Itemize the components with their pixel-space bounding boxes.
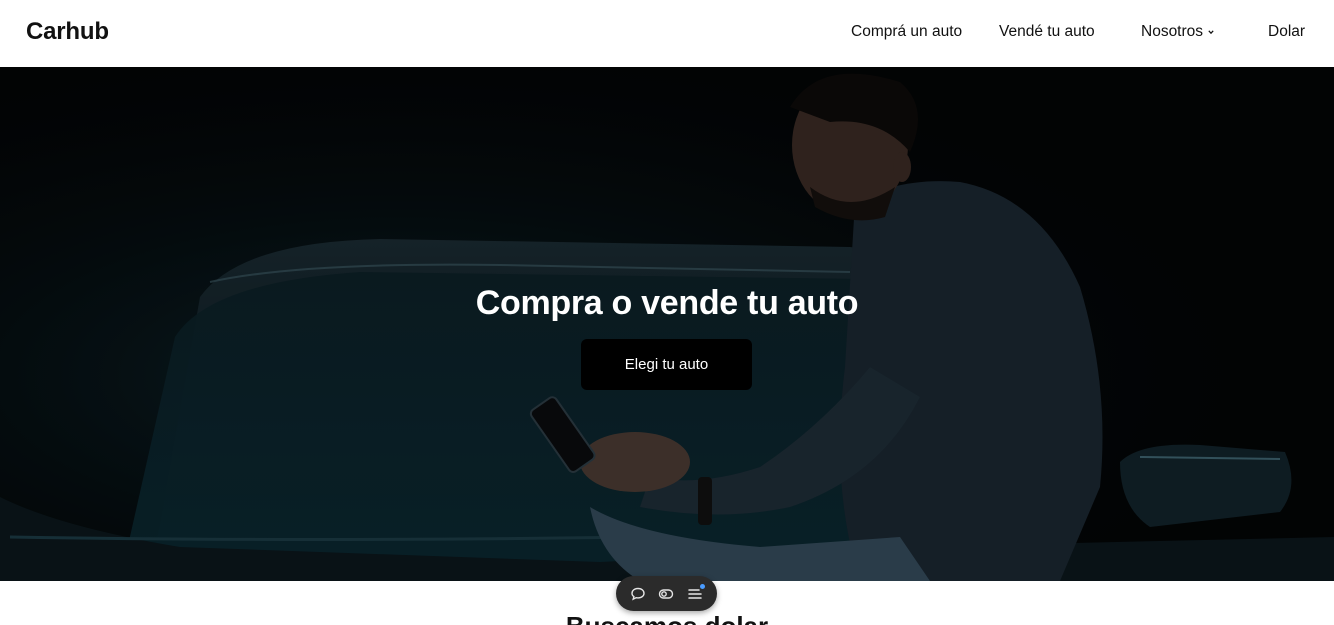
toggle-icon[interactable] <box>657 585 675 603</box>
nav-link-sell-car[interactable]: Vendé tu auto <box>999 23 1095 41</box>
nav-dropdown-about[interactable]: Nosotros <box>1141 23 1214 41</box>
choose-car-button[interactable]: Elegi tu auto <box>581 339 752 390</box>
brand-logo[interactable]: Carhub <box>26 18 109 46</box>
hero-background-image <box>0 67 1334 581</box>
section-title: Buscamos dolar <box>0 611 1334 625</box>
floating-toolbar <box>616 576 717 611</box>
nav-link-buy-car[interactable]: Comprá un auto <box>851 23 962 41</box>
chat-bubble-icon[interactable] <box>629 585 647 603</box>
hero-banner: Compra o vende tu auto Elegi tu auto <box>0 67 1334 581</box>
menu-list-icon[interactable] <box>686 583 705 603</box>
hero-title: Compra o vende tu auto <box>475 284 859 322</box>
nav-dropdown-about-label: Nosotros <box>1141 23 1204 40</box>
top-navbar: Carhub Comprá un auto Vendé tu auto Noso… <box>0 0 1334 67</box>
nav-link-dollar[interactable]: Dolar <box>1268 23 1305 41</box>
notification-dot <box>699 583 705 589</box>
chevron-down-icon <box>1208 30 1214 35</box>
